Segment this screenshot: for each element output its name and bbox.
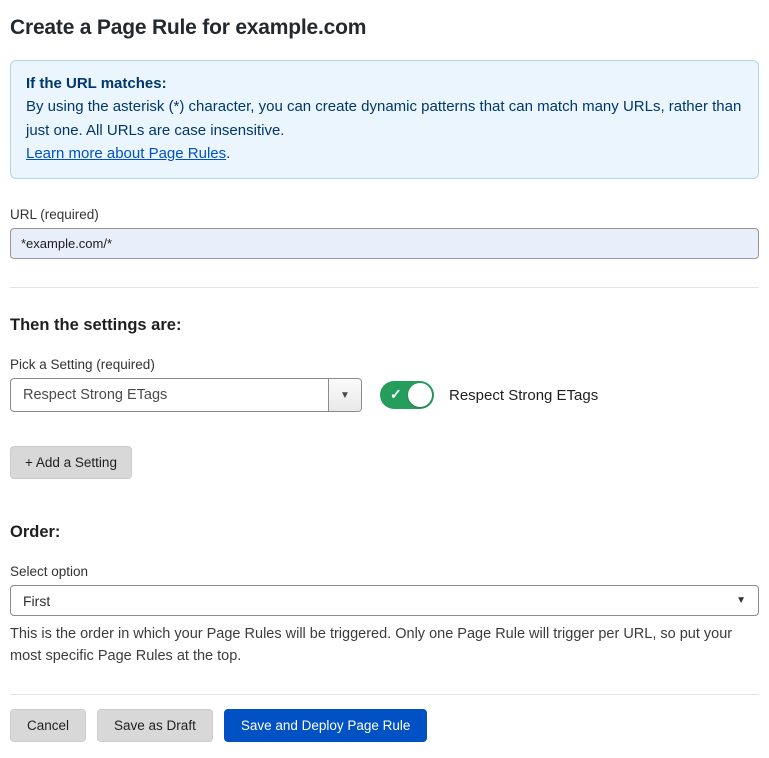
add-setting-button[interactable]: + Add a Setting: [10, 446, 132, 479]
cancel-button[interactable]: Cancel: [10, 709, 86, 742]
etags-toggle[interactable]: ✓: [380, 381, 434, 409]
section-divider: [10, 287, 759, 288]
footer-button-row: Cancel Save as Draft Save and Deploy Pag…: [10, 695, 759, 758]
order-select-value: First: [23, 593, 50, 609]
url-match-info-box: If the URL matches: By using the asteris…: [10, 60, 759, 179]
dropdown-arrow-icon: ▼: [340, 390, 350, 401]
settings-section-heading: Then the settings are:: [10, 316, 759, 335]
info-box-link-row: Learn more about Page Rules.: [26, 142, 743, 165]
info-box-body: By using the asterisk (*) character, you…: [26, 95, 743, 142]
chevron-down-icon: ▼: [736, 595, 746, 606]
order-help-text: This is the order in which your Page Rul…: [10, 624, 755, 668]
page-rule-form: Create a Page Rule for example.com If th…: [0, 0, 769, 758]
save-deploy-button[interactable]: Save and Deploy Page Rule: [224, 709, 428, 742]
save-draft-button[interactable]: Save as Draft: [97, 709, 213, 742]
url-input[interactable]: [10, 228, 759, 259]
order-select-label: Select option: [10, 564, 759, 579]
setting-select-value: Respect Strong ETags: [11, 379, 328, 411]
check-icon: ✓: [390, 386, 402, 403]
pick-setting-label: Pick a Setting (required): [10, 357, 759, 372]
order-select[interactable]: First ▼: [10, 585, 759, 616]
toggle-knob: [408, 383, 432, 407]
url-field-label: URL (required): [10, 207, 759, 222]
setting-select[interactable]: Respect Strong ETags ▼: [10, 378, 362, 412]
info-box-heading: If the URL matches:: [26, 72, 743, 95]
toggle-label: Respect Strong ETags: [449, 387, 598, 404]
learn-more-link[interactable]: Learn more about Page Rules: [26, 145, 226, 162]
link-suffix: .: [226, 145, 230, 162]
setting-row: Respect Strong ETags ▼ ✓ Respect Strong …: [10, 378, 759, 412]
order-section-heading: Order:: [10, 523, 759, 542]
setting-select-arrow-button[interactable]: ▼: [328, 379, 361, 411]
page-title: Create a Page Rule for example.com: [10, 16, 759, 40]
